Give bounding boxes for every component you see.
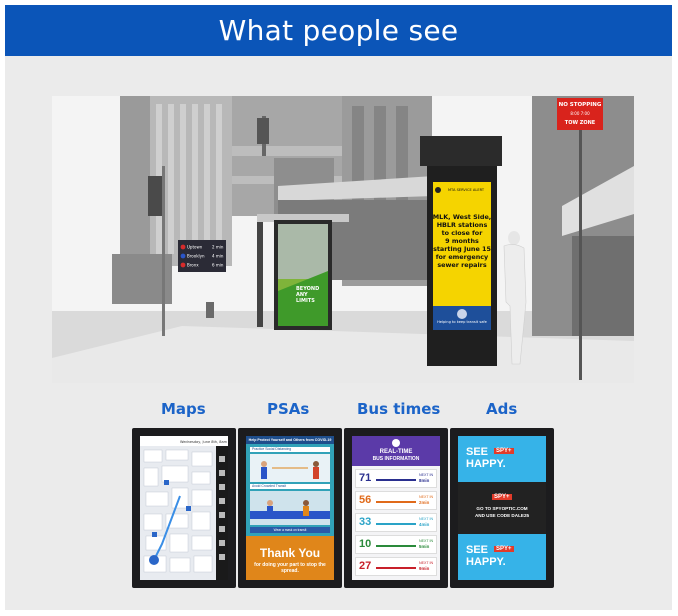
bus-logo-icon	[392, 439, 400, 447]
bus-route-number: 27	[359, 560, 372, 572]
psa-header: Help Protect Yourself and Others from CO…	[246, 436, 334, 444]
bus-next-label: NEXT IN	[419, 495, 434, 499]
bus-next-label: NEXT IN	[419, 539, 434, 543]
bus-next-mins: 4min	[419, 522, 430, 527]
no-stopping-line-1: NO STOPPING	[559, 102, 602, 108]
bus-route-row: 27 NEXT IN 9min	[355, 557, 437, 576]
ad-brand-mid: SPY+	[492, 494, 512, 500]
alert-line-2: HBLR stations	[437, 221, 488, 229]
bus-route-line	[376, 567, 416, 569]
label-ads: Ads	[486, 400, 518, 418]
bus-route-line	[376, 479, 416, 481]
departure-time-3: 6 min	[212, 263, 224, 268]
departure-time-1: 2 min	[212, 245, 224, 250]
bus-title-line-2: BUS INFORMATION	[372, 456, 420, 462]
bus-route-number: 56	[359, 494, 372, 506]
bus-next-mins: 9min	[419, 566, 430, 571]
departure-name-3: Bronx	[187, 263, 199, 268]
ad-see-bottom: SEE	[466, 544, 489, 556]
psas-screen-thumbnail: Help Protect Yourself and Others from CO…	[238, 428, 342, 588]
label-psas: PSAs	[267, 400, 310, 418]
bus-route-line	[376, 523, 416, 525]
alert-line-7: sewer repairs	[437, 261, 486, 269]
bus-route-line	[376, 501, 416, 503]
bus-next-label: NEXT IN	[419, 517, 434, 521]
ad-brand-top: SPY+	[494, 448, 514, 454]
bus-route-row: 56 NEXT IN 2min	[355, 491, 437, 510]
label-bus-times: Bus times	[357, 400, 441, 418]
ad-happy-top: HAPPY.	[466, 458, 506, 470]
bus-next-mins: 2min	[419, 500, 430, 505]
alert-footer: Helping to keep transit safe	[437, 320, 488, 324]
bus-route-number: 71	[359, 472, 372, 484]
alert-header: MTA SERVICE ALERT	[448, 188, 485, 192]
category-labels: Maps PSAs Bus times Ads	[0, 400, 678, 420]
bus-next-label: NEXT IN	[419, 561, 434, 565]
poster-line-3: LIMITS	[296, 298, 315, 304]
psa-sub-2: Avoid Crowded Transit	[250, 484, 330, 489]
alert-line-3: to close for	[442, 229, 484, 237]
psa-thanks: Thank You	[259, 546, 321, 560]
street-scene-illustration: Uptown 2 min Brooklyn 4 min Bronx 6 min …	[52, 96, 634, 383]
maps-screen-thumbnail: Wednesday, June 8th, 8am	[132, 428, 236, 588]
bus-route-row: 71 NEXT IN 8min	[355, 469, 437, 488]
label-maps: Maps	[161, 400, 206, 418]
ad-goto: GO TO SPYOPTIC.COM	[476, 506, 528, 511]
bus-route-line	[376, 545, 416, 547]
bus-title-line-1: REAL-TIME	[379, 449, 413, 455]
alert-line-4: 9 months	[445, 237, 479, 245]
psa-distancing-illustration	[250, 454, 330, 482]
bus-route-row: 10 NEXT IN 5min	[355, 535, 437, 554]
departure-time-2: 4 min	[212, 254, 224, 259]
alert-line-5: starting June 15	[433, 245, 491, 253]
departure-name-2: Brooklyn	[187, 254, 205, 259]
map-illustration: Wednesday, June 8th, 8am	[140, 436, 228, 580]
psa-line: Wear a mask on transit	[250, 527, 330, 533]
page-title-banner: What people see	[5, 5, 672, 56]
no-stopping-line-3: TOW ZONE	[565, 120, 596, 126]
alert-line-6: for emergency	[436, 253, 489, 261]
ads-screen-thumbnail: SEE SPY+ HAPPY. SPY+ GO TO SPYOPTIC.COM …	[450, 428, 554, 588]
bus-next-label: NEXT IN	[419, 473, 434, 477]
psa-sub-1: Practice Social Distancing	[250, 447, 330, 452]
psa-transit-illustration	[250, 491, 330, 525]
bus-route-row: 33 NEXT IN 4min	[355, 513, 437, 532]
bus-next-mins: 8min	[419, 478, 430, 483]
bus-next-mins: 5min	[419, 544, 430, 549]
alert-line-1: MLK, West Side,	[433, 213, 491, 221]
psa-sub-thanks: for doing your part to stop the spread.	[254, 562, 326, 574]
departure-name-1: Uptown	[187, 245, 203, 250]
bus-times-screen-thumbnail: REAL-TIME BUS INFORMATION 71 NEXT IN 8min 5…	[344, 428, 448, 588]
ad-happy-bottom: HAPPY.	[466, 556, 506, 568]
ad-code: AND USE CODE DALE25	[474, 513, 530, 518]
no-stopping-line-2: 8:00 7:00	[570, 111, 590, 116]
bus-route-number: 33	[359, 516, 372, 528]
page-title: What people see	[218, 14, 459, 47]
map-top-text: Wednesday, June 8th, 8am	[180, 440, 228, 444]
ad-brand-bottom: SPY+	[494, 546, 514, 552]
street-scene-svg: Uptown 2 min Brooklyn 4 min Bronx 6 min …	[52, 96, 634, 383]
ad-see-top: SEE	[466, 446, 489, 458]
bus-route-number: 10	[359, 538, 372, 550]
